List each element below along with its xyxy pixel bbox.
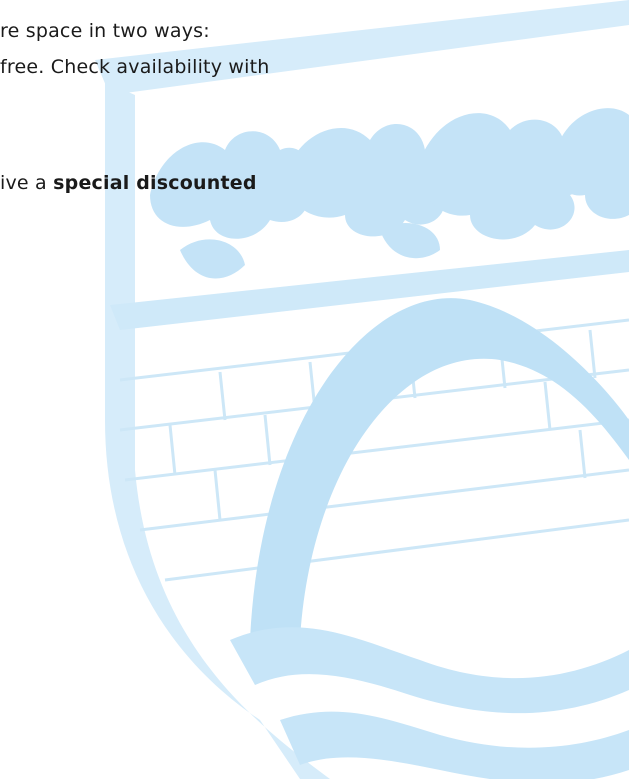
paragraph-line-3: ive a special discounted: [0, 171, 257, 195]
line-2-text: free. Check availability with: [0, 56, 270, 78]
archway: [250, 298, 629, 640]
line-1-text: re space in two ways:: [0, 20, 210, 42]
wave-band: [280, 711, 629, 779]
line-3-bold-text: special discounted: [53, 172, 257, 194]
shield-top-band: [95, 0, 629, 95]
paragraph-line-1: re space in two ways:: [0, 19, 210, 43]
line-3-prefix: ive a: [0, 172, 54, 194]
leaf-icon: [380, 222, 440, 259]
paragraph-line-2: free. Check availability with: [0, 55, 270, 79]
leaf-icon: [180, 239, 245, 279]
wave-band: [230, 627, 629, 714]
crest-watermark-image: [95, 0, 629, 779]
